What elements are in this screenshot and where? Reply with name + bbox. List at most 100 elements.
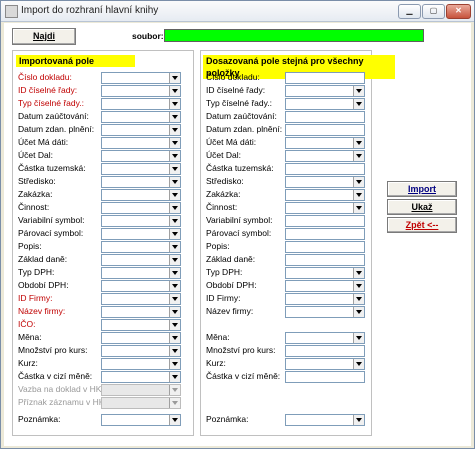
default-field-input[interactable] <box>285 163 365 175</box>
imported-field-select[interactable] <box>101 414 181 426</box>
show-button[interactable]: Ukaž <box>387 199 457 215</box>
chevron-down-icon <box>169 255 180 265</box>
imported-field-select[interactable] <box>101 111 181 123</box>
find-button-label: Najdi <box>32 31 55 41</box>
imported-field-select[interactable] <box>101 176 181 188</box>
default-field-select[interactable] <box>285 189 365 201</box>
imported-field-select[interactable] <box>101 267 181 279</box>
imported-field-label: Kurz: <box>18 358 38 368</box>
default-field-label: Účet Má dáti: <box>206 137 257 147</box>
chevron-down-icon <box>169 73 180 83</box>
default-field-input[interactable] <box>285 111 365 123</box>
default-field-select[interactable] <box>285 306 365 318</box>
chevron-down-icon <box>353 190 364 200</box>
imported-field-select[interactable] <box>101 332 181 344</box>
imported-field-select[interactable] <box>101 345 181 357</box>
imported-field-select[interactable] <box>101 254 181 266</box>
import-button[interactable]: Import <box>387 181 457 197</box>
imported-field-select <box>101 397 181 409</box>
default-field-label: ID Firmy: <box>206 293 241 303</box>
imported-field-label: Částka tuzemská: <box>18 163 86 173</box>
default-field-input[interactable] <box>285 124 365 136</box>
imported-field-select[interactable] <box>101 228 181 240</box>
maximize-button[interactable]: ▢ <box>422 4 445 19</box>
imported-field-select[interactable] <box>101 371 181 383</box>
imported-field-select[interactable] <box>101 293 181 305</box>
default-field-input[interactable] <box>285 241 365 253</box>
imported-field-select[interactable] <box>101 137 181 149</box>
default-field-select[interactable] <box>285 280 365 292</box>
default-field-select[interactable] <box>285 85 365 97</box>
chevron-down-icon <box>169 372 180 382</box>
imported-field-select[interactable] <box>101 163 181 175</box>
chevron-down-icon <box>169 216 180 226</box>
imported-field-select[interactable] <box>101 72 181 84</box>
default-field-input[interactable] <box>285 72 365 84</box>
default-field-select[interactable] <box>285 332 365 344</box>
default-field-label: Středisko: <box>206 176 244 186</box>
imported-field-select[interactable] <box>101 150 181 162</box>
chevron-down-icon <box>169 164 180 174</box>
default-field-select[interactable] <box>285 293 365 305</box>
find-button[interactable]: Najdi <box>12 28 76 45</box>
imported-field-select[interactable] <box>101 306 181 318</box>
chevron-down-icon <box>169 307 180 317</box>
imported-field-select[interactable] <box>101 319 181 331</box>
imported-field-select[interactable] <box>101 241 181 253</box>
default-field-label: Typ číselné řady.: <box>206 98 272 108</box>
imported-field-label: Částka v cizí měně: <box>18 371 93 381</box>
default-field-select[interactable] <box>285 150 365 162</box>
imported-field-select[interactable] <box>101 124 181 136</box>
imported-field-select[interactable] <box>101 202 181 214</box>
imported-field-label: Zakázka: <box>18 189 53 199</box>
imported-field-select[interactable] <box>101 280 181 292</box>
default-field-select[interactable] <box>285 98 365 110</box>
imported-field-select[interactable] <box>101 358 181 370</box>
default-field-label: Párovací symbol: <box>206 228 272 238</box>
imported-field-select[interactable] <box>101 215 181 227</box>
back-button[interactable]: Zpět <-- <box>387 217 457 233</box>
chevron-down-icon <box>169 125 180 135</box>
imported-field-select[interactable] <box>101 85 181 97</box>
chevron-down-icon <box>169 112 180 122</box>
imported-field-label: Variabilní symbol: <box>18 215 85 225</box>
file-label: soubor: <box>132 31 164 41</box>
file-path-field[interactable] <box>164 29 424 42</box>
default-field-select[interactable] <box>285 358 365 370</box>
minimize-button[interactable]: ▁ <box>398 4 421 19</box>
close-button[interactable]: ✕ <box>446 4 471 19</box>
chevron-down-icon <box>353 138 364 148</box>
default-field-label: Kurz: <box>206 358 226 368</box>
default-field-select[interactable] <box>285 137 365 149</box>
default-field-input[interactable] <box>285 345 365 357</box>
imported-field-select[interactable] <box>101 189 181 201</box>
default-field-select[interactable] <box>285 176 365 188</box>
imported-field-label: Činnost: <box>18 202 50 212</box>
imported-field-label: Účet Dal: <box>18 150 53 160</box>
default-field-select[interactable] <box>285 202 365 214</box>
chevron-down-icon <box>169 99 180 109</box>
default-field-select[interactable] <box>285 267 365 279</box>
default-field-label: Období DPH: <box>206 280 257 290</box>
default-field-input[interactable] <box>285 215 365 227</box>
default-field-label: Měna: <box>206 332 230 342</box>
default-field-select[interactable] <box>285 414 365 426</box>
imported-field-label: Období DPH: <box>18 280 69 290</box>
default-field-label: Variabilní symbol: <box>206 215 273 225</box>
back-button-label: Zpět <-- <box>405 220 439 230</box>
default-field-label: Účet Dal: <box>206 150 241 160</box>
chevron-down-icon <box>169 281 180 291</box>
chevron-down-icon <box>353 177 364 187</box>
default-field-input[interactable] <box>285 371 365 383</box>
default-field-input[interactable] <box>285 254 365 266</box>
imported-fields-header: Importovaná pole <box>16 55 135 67</box>
default-field-input[interactable] <box>285 228 365 240</box>
import-button-label: Import <box>408 184 436 194</box>
imported-field-select[interactable] <box>101 98 181 110</box>
chevron-down-icon <box>353 281 364 291</box>
imported-field-label: Množství pro kurs: <box>18 345 88 355</box>
default-field-label: Datum zaúčtování: <box>206 111 277 121</box>
chevron-down-icon <box>353 86 364 96</box>
content-area: Najdi soubor: Importovaná pole Číslo dok… <box>4 23 471 446</box>
imported-field-label: Název firmy: <box>18 306 66 316</box>
